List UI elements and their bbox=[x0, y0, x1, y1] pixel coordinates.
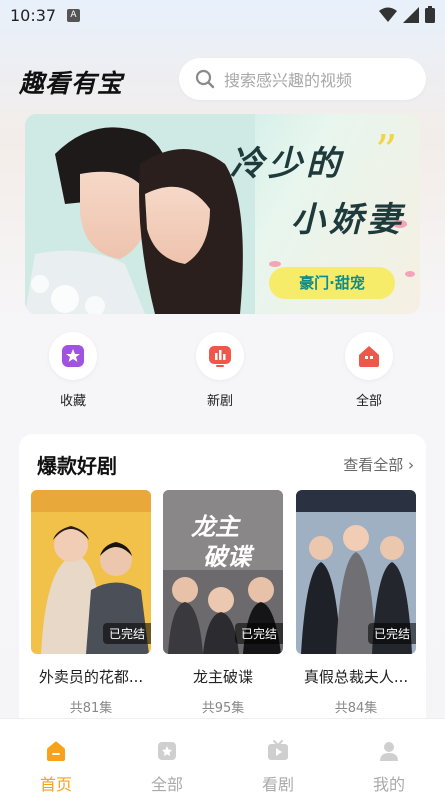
quick-nav-favorites[interactable]: 收藏 bbox=[33, 332, 113, 409]
tab-all[interactable]: 全部 bbox=[127, 739, 207, 792]
home-icon bbox=[359, 346, 379, 367]
drama-title: 龙主破谍 bbox=[192, 668, 253, 686]
status-badge: 已完结 bbox=[367, 623, 416, 644]
promo-banner[interactable]: ” 冷少的 小娇妻 豪门·甜宠 bbox=[25, 114, 420, 314]
view-all-link[interactable]: 查看全部 › bbox=[343, 454, 414, 475]
drama-poster: 已完结 bbox=[31, 490, 151, 654]
drama-poster: 已完结 bbox=[296, 490, 416, 654]
drama-card[interactable]: 已完结 外卖员的花都... 共81集 bbox=[31, 490, 151, 716]
quick-nav-label: 收藏 bbox=[59, 394, 86, 409]
status-notification-badge: A bbox=[67, 9, 80, 22]
episode-count: 共84集 bbox=[334, 701, 378, 716]
grid-tab-icon bbox=[158, 742, 176, 760]
banner-title-line1: 冷少的 bbox=[230, 144, 344, 184]
chart-icon bbox=[209, 346, 231, 367]
banner-title-line2: 小娇妻 bbox=[291, 200, 405, 240]
svg-text:龙主: 龙主 bbox=[191, 512, 241, 541]
user-tab-icon bbox=[380, 742, 398, 761]
tab-label: 全部 bbox=[150, 775, 183, 792]
status-bar: 10:37 A bbox=[0, 0, 445, 32]
status-icons bbox=[379, 6, 435, 23]
status-badge: 已完结 bbox=[102, 623, 151, 644]
quick-nav-label: 全部 bbox=[355, 394, 382, 409]
hot-dramas-section: 爆款好剧 查看全部 › 已完结 外卖员的花都... 共81集 龙主 破谍 已完结… bbox=[19, 434, 426, 734]
star-icon bbox=[62, 345, 84, 367]
drama-title: 外卖员的花都... bbox=[38, 668, 144, 686]
tab-watch[interactable]: 看剧 bbox=[238, 739, 318, 792]
quick-nav-new[interactable]: 新剧 bbox=[180, 332, 260, 409]
episode-count: 共95集 bbox=[201, 701, 245, 716]
banner-tag: 豪门·甜宠 bbox=[269, 267, 395, 299]
search-placeholder: 搜索感兴趣的视频 bbox=[224, 71, 353, 90]
svg-text:破谍: 破谍 bbox=[203, 542, 255, 571]
search-icon bbox=[195, 69, 215, 89]
home-tab-icon bbox=[47, 741, 65, 761]
drama-card[interactable]: 已完结 真假总裁夫人... 共84集 bbox=[296, 490, 416, 716]
tab-label: 首页 bbox=[39, 775, 72, 792]
episode-count: 共81集 bbox=[69, 701, 113, 716]
signal-icon bbox=[403, 6, 419, 23]
drama-title: 真假总裁夫人... bbox=[303, 668, 409, 686]
battery-icon bbox=[425, 6, 435, 23]
bottom-nav: 首页 全部 看剧 我的 bbox=[0, 718, 445, 792]
drama-card[interactable]: 龙主 破谍 已完结 龙主破谍 共95集 bbox=[163, 490, 283, 716]
status-time: 10:37 bbox=[10, 6, 57, 25]
tab-label: 我的 bbox=[372, 775, 405, 792]
play-tab-icon bbox=[268, 740, 288, 760]
quick-nav-all[interactable]: 全部 bbox=[329, 332, 409, 409]
quick-nav-label: 新剧 bbox=[206, 394, 233, 409]
svg-text:”: ” bbox=[375, 126, 398, 177]
status-badge: 已完结 bbox=[234, 623, 283, 644]
drama-poster: 龙主 破谍 已完结 bbox=[163, 490, 283, 654]
tab-label: 看剧 bbox=[261, 775, 294, 792]
app-title: 趣看有宝 bbox=[19, 69, 124, 98]
section-title: 爆款好剧 bbox=[37, 454, 117, 478]
tab-home[interactable]: 首页 bbox=[16, 739, 96, 792]
search-input[interactable]: 搜索感兴趣的视频 bbox=[179, 58, 426, 100]
tab-mine[interactable]: 我的 bbox=[349, 739, 429, 792]
wifi-icon bbox=[379, 7, 397, 22]
